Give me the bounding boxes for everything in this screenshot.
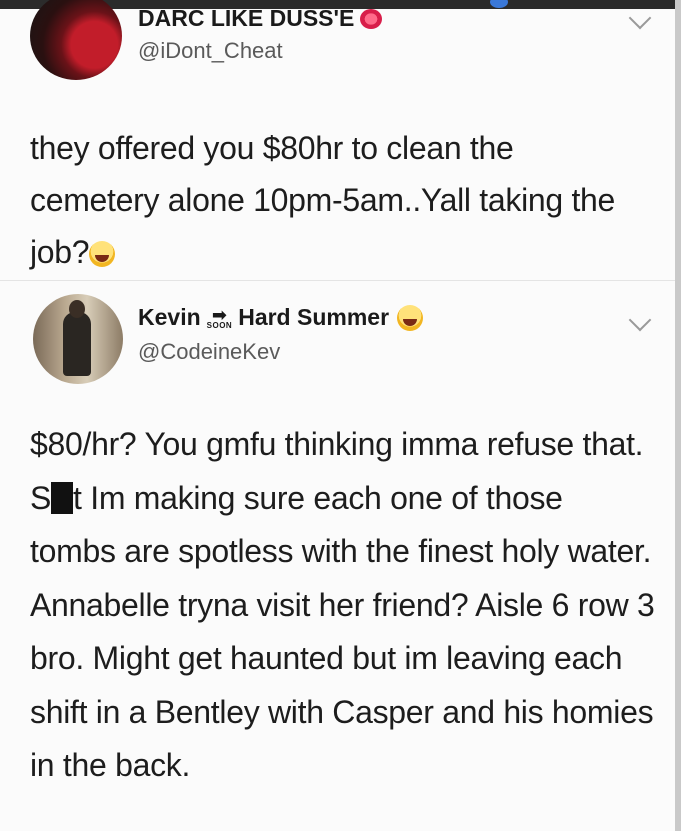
display-name-suffix[interactable]: Hard Summer: [238, 304, 389, 331]
display-name[interactable]: DARC LIKE DUSS'E: [138, 5, 354, 32]
lips-emoji-icon: [360, 8, 383, 29]
tweet-body-rest: t Im making sure each one of those tombs…: [30, 479, 655, 784]
grinning-sweat-emoji-icon: [397, 304, 424, 331]
tweet[interactable]: DARC LIKE DUSS'E @iDont_Cheat they offer…: [0, 0, 675, 280]
avatar-head: [69, 300, 85, 318]
chevron-down-icon[interactable]: [628, 6, 652, 30]
avatar-figure: [63, 312, 91, 376]
avatar[interactable]: [30, 0, 122, 80]
user-handle[interactable]: @iDont_Cheat: [138, 38, 283, 64]
display-name[interactable]: Kevin: [138, 304, 201, 331]
soon-label: SOON: [206, 320, 233, 330]
tweet-text: they offered you $80hr to clean the ceme…: [30, 122, 650, 278]
screenshot-frame: DARC LIKE DUSS'E @iDont_Cheat they offer…: [0, 0, 681, 831]
display-name-row: DARC LIKE DUSS'E: [138, 5, 383, 32]
tweet-body: they offered you $80hr to clean the ceme…: [30, 130, 616, 270]
user-handle[interactable]: @CodeineKev: [138, 339, 280, 365]
censor-block: [51, 481, 74, 514]
chevron-down-icon[interactable]: [628, 308, 652, 332]
tweet[interactable]: Kevin ➡ SOON Hard Summer @CodeineKev $80…: [0, 280, 675, 831]
avatar[interactable]: [33, 294, 123, 384]
tweet-text: $80/hr? You gmfu thinking imma refuse th…: [30, 418, 655, 793]
display-name-row: Kevin ➡ SOON Hard Summer: [138, 304, 424, 331]
scroll-edge: [675, 0, 681, 831]
soon-arrow-emoji-icon: ➡ SOON: [207, 306, 233, 330]
laughing-tears-emoji-icon: [89, 241, 116, 267]
